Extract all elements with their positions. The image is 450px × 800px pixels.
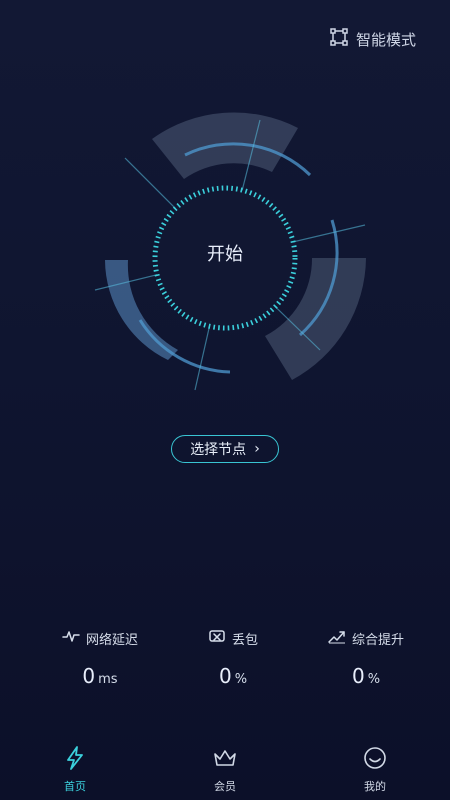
nav-item-mine[interactable]: 我的 — [340, 738, 410, 800]
select-node-label: 选择节点 — [190, 442, 247, 458]
stat-latency-label: 网络延迟 — [85, 632, 138, 648]
bottom-nav: 首页 会员 我的 — [0, 738, 450, 800]
lightning-icon — [62, 746, 88, 774]
stat-packet-loss-value: 0 — [218, 664, 232, 688]
stat-latency-unit: ms — [98, 672, 118, 687]
stat-improvement-value: 0 — [351, 664, 365, 688]
nav-item-home[interactable]: 首页 — [40, 738, 110, 800]
pulse-icon — [62, 628, 80, 648]
nav-label-home: 首页 — [64, 780, 86, 793]
start-button[interactable]: 开始 — [175, 240, 275, 266]
stat-packet-loss-label: 丢包 — [231, 632, 258, 648]
nav-label-mine: 我的 — [364, 780, 386, 793]
select-node-button[interactable]: 选择节点 › — [171, 435, 279, 463]
stats-row: 网络延迟 0 ms 丢包 0 % 综合提升 0 % — [0, 628, 450, 688]
chevron-right-icon: › — [254, 441, 260, 457]
smile-icon — [362, 746, 388, 774]
stat-packet-loss: 丢包 0 % — [183, 628, 283, 688]
packet-loss-icon — [208, 628, 226, 648]
crown-icon — [212, 746, 238, 774]
stat-improvement-label: 综合提升 — [351, 632, 404, 648]
nav-item-member[interactable]: 会员 — [190, 738, 260, 800]
stat-latency: 网络延迟 0 ms — [50, 628, 150, 688]
stat-improvement: 综合提升 0 % — [316, 628, 416, 688]
stat-improvement-unit: % — [367, 672, 381, 687]
trend-up-icon — [328, 628, 346, 648]
stat-latency-value: 0 — [82, 664, 96, 688]
stat-packet-loss-unit: % — [234, 672, 248, 687]
nav-label-member: 会员 — [214, 780, 236, 793]
radar-graphic — [0, 0, 450, 420]
